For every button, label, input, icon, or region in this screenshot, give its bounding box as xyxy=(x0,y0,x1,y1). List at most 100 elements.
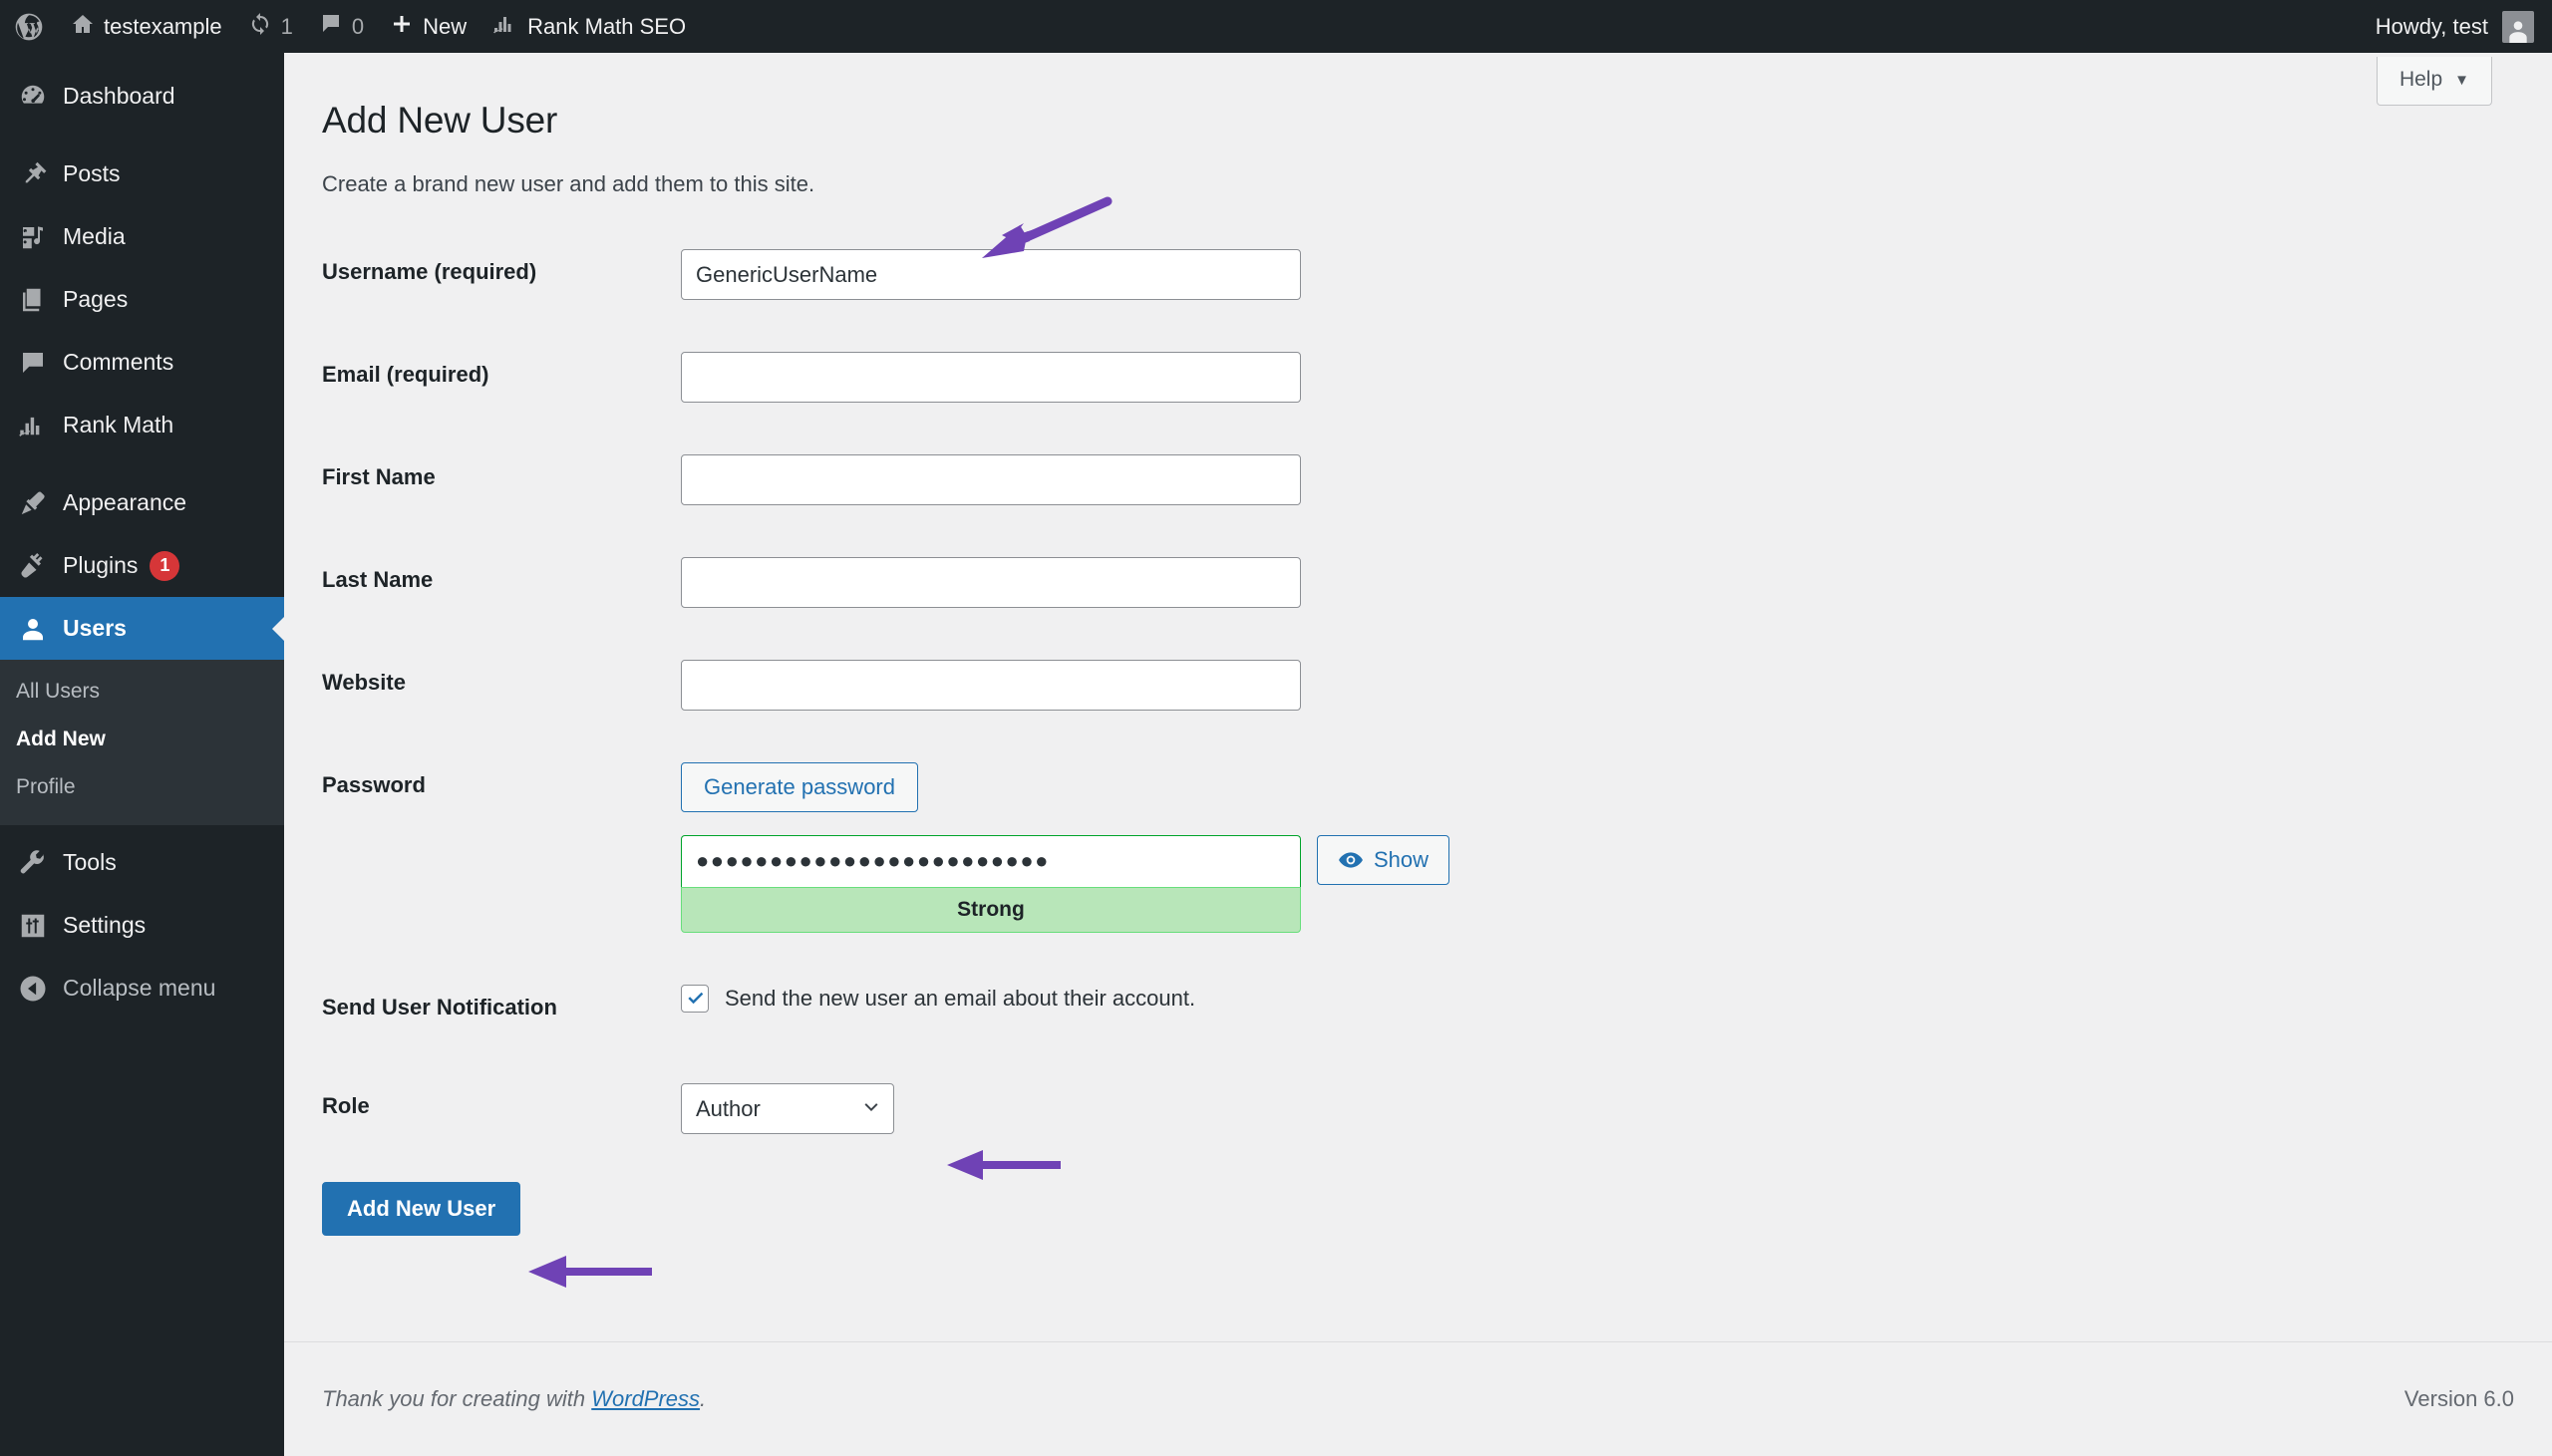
footer-thanks-prefix: Thank you for creating with xyxy=(322,1386,592,1411)
sidebar-item-pages[interactable]: Pages xyxy=(0,268,284,331)
updates-count: 1 xyxy=(280,13,293,39)
site-name-label: testexample xyxy=(104,13,222,39)
user-icon xyxy=(16,612,49,645)
plus-icon xyxy=(390,12,414,42)
settings-sliders-icon xyxy=(16,909,49,942)
my-account-menu[interactable]: Howdy, test xyxy=(2354,0,2534,53)
sidebar-item-label: Comments xyxy=(63,349,174,375)
submit-button[interactable]: Add New User xyxy=(322,1181,521,1236)
comment-bubble-icon xyxy=(16,346,49,379)
wp-logo-menu[interactable] xyxy=(0,0,58,53)
content-area: Help ▼ Add New User Create a brand new u… xyxy=(284,53,2552,1456)
howdy-label: Howdy, test xyxy=(2375,13,2488,39)
sidebar-item-label: Plugins xyxy=(63,552,139,578)
users-submenu: All Users Add New Profile xyxy=(0,660,284,825)
page-body: Help ▼ Add New User Create a brand new u… xyxy=(284,53,2552,1341)
wordpress-version: Version 6.0 xyxy=(2403,1386,2514,1411)
new-content-menu[interactable]: New xyxy=(377,0,479,53)
sidebar-item-dashboard[interactable]: Dashboard xyxy=(0,65,284,128)
page-title: Add New User xyxy=(322,100,558,141)
form-row-website: Website xyxy=(322,634,1459,736)
plugins-update-badge: 1 xyxy=(150,550,180,581)
form-row-send-notification: Send User Notification Send the new user… xyxy=(322,959,1459,1057)
show-password-button[interactable]: Show xyxy=(1317,834,1450,885)
password-field-wrap: ●●●●●●●●●●●●●●●●●●●●●●●● Strong xyxy=(681,834,1301,933)
send-notification-label: Send User Notification xyxy=(322,994,557,1019)
username-input[interactable] xyxy=(681,249,1301,300)
email-input[interactable] xyxy=(681,352,1301,403)
rank-math-icon xyxy=(16,409,49,441)
avatar xyxy=(2502,10,2534,43)
form-row-first-name: First Name xyxy=(322,429,1459,531)
generate-password-button[interactable]: Generate password xyxy=(681,762,918,813)
collapse-menu-button[interactable]: Collapse menu xyxy=(0,957,284,1019)
user-form-table: Username (required) Email (required) Fir… xyxy=(322,223,1459,1160)
form-row-role: Role SubscriberContributorAuthorEditorAd… xyxy=(322,1057,1459,1160)
submit-wrap: Add New User xyxy=(322,1160,2552,1236)
role-select[interactable]: SubscriberContributorAuthorEditorAdminis… xyxy=(681,1082,894,1134)
pin-icon xyxy=(16,157,49,190)
checkmark-icon xyxy=(688,992,704,1004)
help-button[interactable]: Help ▼ xyxy=(2376,57,2492,106)
sidebar-item-label: Posts xyxy=(63,160,121,186)
admin-sidebar-menu: Dashboard Posts Media Pages Comments Ran… xyxy=(0,53,285,1456)
first-name-input[interactable] xyxy=(681,454,1301,505)
dashboard-icon xyxy=(16,80,49,113)
sidebar-item-appearance[interactable]: Appearance xyxy=(0,471,284,534)
rank-math-menu[interactable]: Rank Math SEO xyxy=(479,0,699,53)
collapse-menu-label: Collapse menu xyxy=(63,975,216,1001)
first-name-label: First Name xyxy=(322,464,436,489)
site-name-menu[interactable]: testexample xyxy=(58,0,235,53)
sidebar-subitem-add-new[interactable]: Add New xyxy=(0,716,284,763)
paintbrush-icon xyxy=(16,486,49,519)
website-label: Website xyxy=(322,670,406,695)
password-input[interactable]: ●●●●●●●●●●●●●●●●●●●●●●●● xyxy=(681,834,1301,887)
wrench-icon xyxy=(16,846,49,879)
admin-bar: testexample 1 0 New Rank Math SEO Howdy,… xyxy=(0,0,2552,53)
sidebar-item-label: Appearance xyxy=(63,489,187,515)
user-avatar-icon xyxy=(2509,20,2527,43)
sidebar-item-media[interactable]: Media xyxy=(0,205,284,268)
sidebar-item-label: Settings xyxy=(63,912,147,938)
email-label: Email (required) xyxy=(322,362,489,387)
sidebar-item-plugins[interactable]: Plugins 1 xyxy=(0,534,284,597)
last-name-input[interactable] xyxy=(681,557,1301,608)
home-icon xyxy=(71,12,95,42)
page-description: Create a brand new user and add them to … xyxy=(322,171,815,196)
wordpress-link[interactable]: WordPress xyxy=(591,1386,700,1411)
media-icon xyxy=(16,220,49,253)
form-row-email: Email (required) xyxy=(322,326,1459,429)
password-label: Password xyxy=(322,772,426,797)
admin-footer: Thank you for creating with WordPress. V… xyxy=(284,1341,2552,1456)
sidebar-item-settings[interactable]: Settings xyxy=(0,894,284,957)
sidebar-item-label: Dashboard xyxy=(63,83,175,109)
sidebar-subitem-profile[interactable]: Profile xyxy=(0,763,284,811)
sidebar-item-comments[interactable]: Comments xyxy=(0,331,284,394)
comment-bubble-icon xyxy=(319,12,343,42)
sidebar-item-label: Tools xyxy=(63,849,117,875)
sidebar-item-label: Users xyxy=(63,615,127,641)
sidebar-item-label: Media xyxy=(63,223,126,249)
help-tab-wrap: Help ▼ xyxy=(2376,57,2492,106)
sidebar-item-tools[interactable]: Tools xyxy=(0,831,284,894)
create-user-form: Username (required) Email (required) Fir… xyxy=(284,223,2552,1236)
sidebar-item-label: Rank Math xyxy=(63,412,174,437)
form-row-last-name: Last Name xyxy=(322,531,1459,634)
show-password-label: Show xyxy=(1374,846,1430,872)
sidebar-subitem-all-users[interactable]: All Users xyxy=(0,668,284,716)
menu-separator xyxy=(0,128,284,143)
footer-thanks-suffix: . xyxy=(700,1386,707,1411)
sidebar-item-rank-math[interactable]: Rank Math xyxy=(0,394,284,456)
updates-menu[interactable]: 1 xyxy=(235,0,306,53)
sidebar-item-users[interactable]: Users xyxy=(0,597,285,660)
comments-menu[interactable]: 0 xyxy=(306,0,377,53)
menu-separator xyxy=(0,456,284,471)
eye-icon xyxy=(1338,847,1364,873)
comments-count: 0 xyxy=(351,13,365,39)
sidebar-item-label: Pages xyxy=(63,286,129,312)
website-input[interactable] xyxy=(681,660,1301,711)
sidebar-item-posts[interactable]: Posts xyxy=(0,143,284,205)
wordpress-logo-icon xyxy=(13,11,45,43)
role-select-wrap: SubscriberContributorAuthorEditorAdminis… xyxy=(681,1082,894,1134)
send-notification-checkbox[interactable] xyxy=(681,984,709,1013)
